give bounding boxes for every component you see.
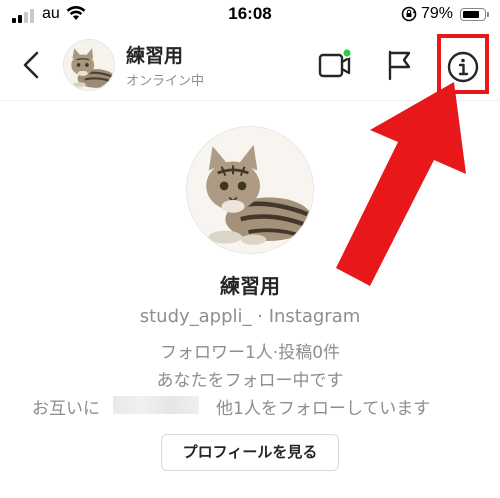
header-avatar[interactable]	[63, 39, 115, 91]
profile-avatar[interactable]	[186, 126, 314, 254]
profile-name: 練習用	[220, 274, 280, 298]
blurred-username	[113, 396, 199, 414]
back-chevron-icon[interactable]	[20, 50, 42, 80]
video-call-icon[interactable]	[318, 48, 354, 82]
cat-profile-image	[187, 127, 313, 253]
mutual-prefix: お互いに	[32, 399, 100, 419]
dm-thread-screen: au 16:08 79% 練習用 オンライン中 練習用 study_appli_…	[0, 0, 500, 498]
flag-icon[interactable]	[385, 48, 415, 82]
profile-stats: フォロワー1人·投稿0件	[159, 343, 341, 363]
view-profile-button[interactable]: プロフィールを見る	[161, 434, 339, 471]
online-status: オンライン中	[126, 74, 205, 89]
profile-handle: study_appli_ · Instagram	[139, 306, 361, 327]
mutual-suffix: 他1人をフォローしています	[216, 399, 431, 419]
cat-avatar-image	[64, 40, 114, 90]
status-bar: au 16:08 79%	[0, 0, 500, 30]
battery-icon	[460, 8, 489, 21]
red-arrow-icon	[336, 82, 466, 286]
header-username[interactable]: 練習用	[126, 41, 183, 68]
follows-you-text: あなたをフォロー中です	[156, 371, 344, 391]
orientation-lock-icon	[401, 6, 417, 22]
battery-percent: 79%	[421, 5, 454, 22]
